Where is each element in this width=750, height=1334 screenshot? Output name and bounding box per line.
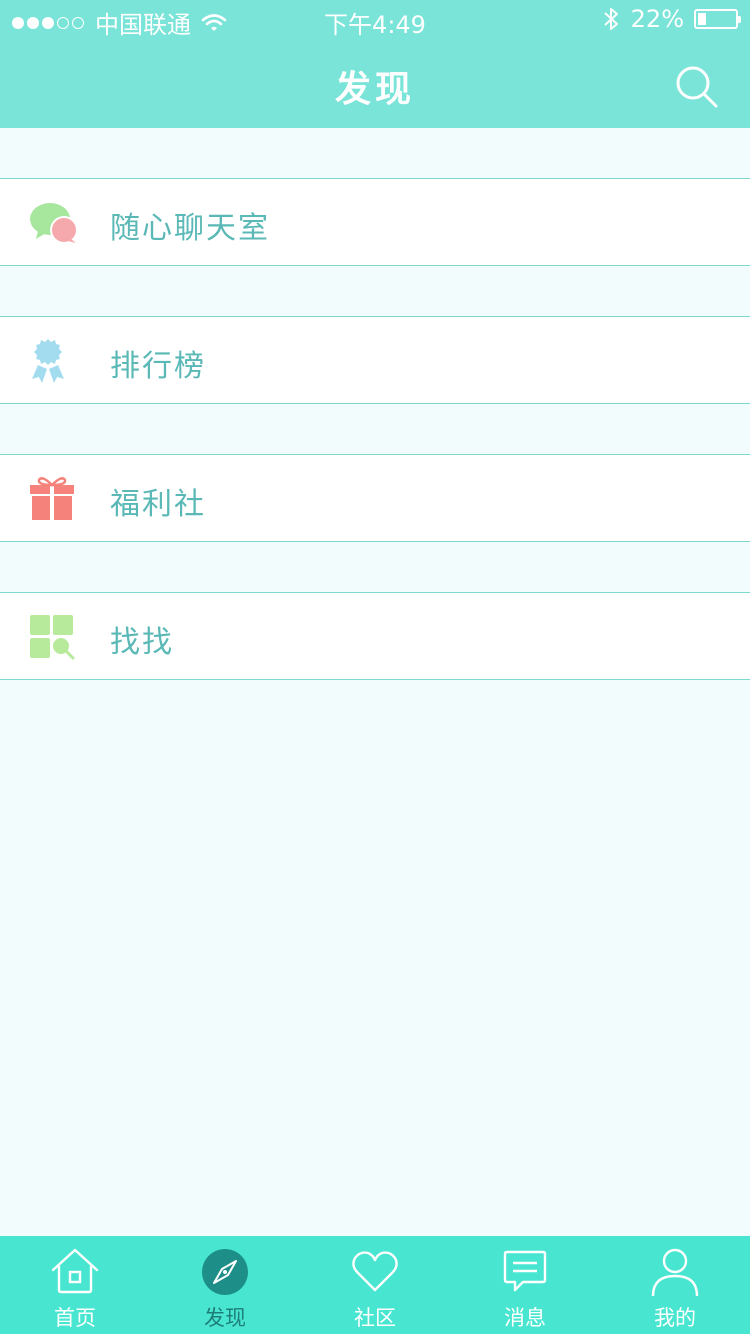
- gift-icon: [30, 477, 74, 520]
- bluetooth-icon: [603, 8, 618, 30]
- search-icon[interactable]: [674, 64, 720, 110]
- battery-icon: [694, 9, 741, 29]
- status-right: 22%: [603, 5, 741, 33]
- battery-level: [698, 13, 706, 25]
- menu-item-search[interactable]: 找找: [0, 592, 750, 680]
- message-icon: [503, 1250, 547, 1292]
- menu-item-label: 福利社: [110, 487, 206, 522]
- status-left: 中国联通: [12, 5, 227, 40]
- menu-item-label: 排行榜: [110, 349, 206, 384]
- nav-bar: 发现: [0, 40, 750, 128]
- carrier-name: 中国联通: [95, 11, 191, 39]
- signal-strength-icon: [12, 16, 87, 29]
- wifi-icon: [201, 13, 227, 31]
- menu-item-label: 找找: [110, 625, 174, 660]
- grid-search-icon: [30, 615, 75, 660]
- tab-discover[interactable]: 发现: [150, 1236, 300, 1334]
- tab-label: 我的: [654, 1306, 696, 1330]
- tab-bar: 首页 发现 社区 消息 我的: [0, 1236, 750, 1334]
- status-bar: 中国联通 下午4:49 22%: [0, 0, 750, 40]
- tab-community[interactable]: 社区: [300, 1236, 450, 1334]
- battery-percentage: 22%: [630, 5, 684, 33]
- tab-label: 消息: [504, 1306, 546, 1330]
- tab-profile[interactable]: 我的: [600, 1236, 750, 1334]
- heart-icon: [352, 1251, 398, 1292]
- tab-messages[interactable]: 消息: [450, 1236, 600, 1334]
- menu-item-chatroom[interactable]: 随心聊天室: [0, 178, 750, 266]
- page-title: 发现: [334, 69, 415, 110]
- home-icon: [51, 1248, 99, 1294]
- chat-bubbles-icon: [30, 203, 78, 244]
- ribbon-badge-icon: [32, 339, 64, 383]
- tab-label: 首页: [54, 1306, 96, 1330]
- tab-label: 社区: [354, 1306, 396, 1330]
- tab-label: 发现: [204, 1306, 246, 1330]
- tab-home[interactable]: 首页: [0, 1236, 150, 1334]
- menu-item-label: 随心聊天室: [110, 211, 270, 246]
- menu-item-welfare[interactable]: 福利社: [0, 454, 750, 542]
- user-icon: [651, 1248, 699, 1297]
- compass-icon: [202, 1249, 248, 1295]
- menu-item-leaderboard[interactable]: 排行榜: [0, 316, 750, 404]
